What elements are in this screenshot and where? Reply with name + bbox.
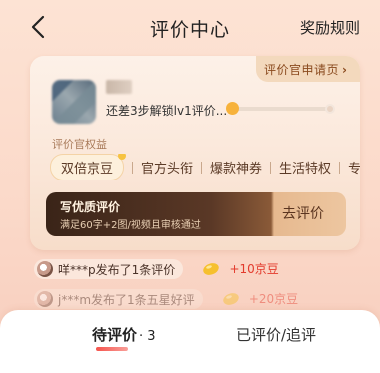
ticker-pill: j***m发布了1条五星好评 bbox=[34, 288, 203, 309]
benefits-title: 评价官权益 bbox=[52, 138, 107, 151]
divider bbox=[201, 161, 203, 174]
level-progress-target-dot bbox=[325, 104, 335, 114]
benefits-tabs: 双倍京豆 官方头衔爆款神券生活特权专属 bbox=[50, 154, 360, 180]
benefit-tab-coupons[interactable]: 爆款神券 bbox=[210, 158, 262, 177]
ticker-text: 咩***p发布了1条评价 bbox=[58, 262, 176, 277]
ticker-user-avatar bbox=[37, 290, 53, 307]
badge-dot-icon bbox=[118, 154, 127, 160]
benefit-label: 双倍京豆 bbox=[61, 162, 114, 177]
divider bbox=[132, 161, 134, 174]
reviewer-card: 评价官申请页 › 还差3步解锁lv1评价... 评价官权益 双倍京豆 官方头衔 爆款… bbox=[30, 56, 360, 250]
benefit-tab-exclusive[interactable]: 专属 bbox=[348, 158, 360, 177]
activity-ticker-item: 咩***p发布了1条评价 +10京豆 bbox=[34, 258, 279, 280]
tab-pending-review[interactable]: 待评价 · 3 bbox=[92, 324, 156, 345]
review-tabs: 待评价 · 3 已评价/追评 bbox=[0, 310, 380, 373]
reviewer-apply-label: 评价官申请页 bbox=[264, 63, 340, 77]
write-review-banner: 写优质评价 满足60字+2图/视频且审核通过 去评价 bbox=[46, 192, 346, 236]
active-tab-indicator bbox=[96, 347, 128, 351]
benefit-tab-double-beans[interactable]: 双倍京豆 bbox=[50, 154, 127, 180]
ticker-reward: +10京豆 bbox=[229, 262, 279, 276]
level-progress-track bbox=[228, 107, 332, 111]
tab-reviewed[interactable]: 已评价/追评 bbox=[236, 324, 316, 345]
benefit-tab-official-title[interactable]: 官方头衔 bbox=[141, 158, 193, 177]
divider bbox=[270, 161, 272, 174]
ticker-user-avatar bbox=[37, 260, 53, 277]
write-review-title: 写优质评价 bbox=[60, 200, 121, 214]
level-progress-current-dot bbox=[226, 102, 239, 115]
jingdou-bean-icon bbox=[223, 292, 239, 305]
reward-rules-link[interactable]: 奖励规则 bbox=[300, 17, 360, 38]
jingdou-bean-icon bbox=[203, 262, 220, 275]
go-review-button[interactable]: 去评价 bbox=[260, 192, 346, 236]
header: 评价中心 奖励规则 bbox=[0, 0, 380, 56]
ticker-reward: +20京豆 bbox=[248, 292, 299, 306]
benefit-tab-life-privileges[interactable]: 生活特权 bbox=[279, 158, 331, 177]
activity-ticker-item: j***m发布了1条五星好评 +20京豆 bbox=[34, 288, 298, 310]
unlock-progress-text: 还差3步解锁lv1评价... bbox=[106, 104, 228, 118]
chevron-right-icon: › bbox=[342, 63, 348, 77]
ticker-pill: 咩***p发布了1条评价 bbox=[34, 258, 184, 279]
user-avatar bbox=[52, 80, 96, 124]
ticker-text: j***m发布了1条五星好评 bbox=[58, 292, 195, 307]
reviewer-apply-button[interactable]: 评价官申请页 › bbox=[256, 56, 360, 82]
username-masked bbox=[106, 80, 132, 94]
write-review-requirements: 满足60字+2图/视频且审核通过 bbox=[60, 220, 201, 231]
tab-pending-count: · 3 bbox=[139, 329, 156, 344]
divider bbox=[339, 161, 341, 174]
tab-pending-label: 待评价 bbox=[92, 326, 138, 344]
